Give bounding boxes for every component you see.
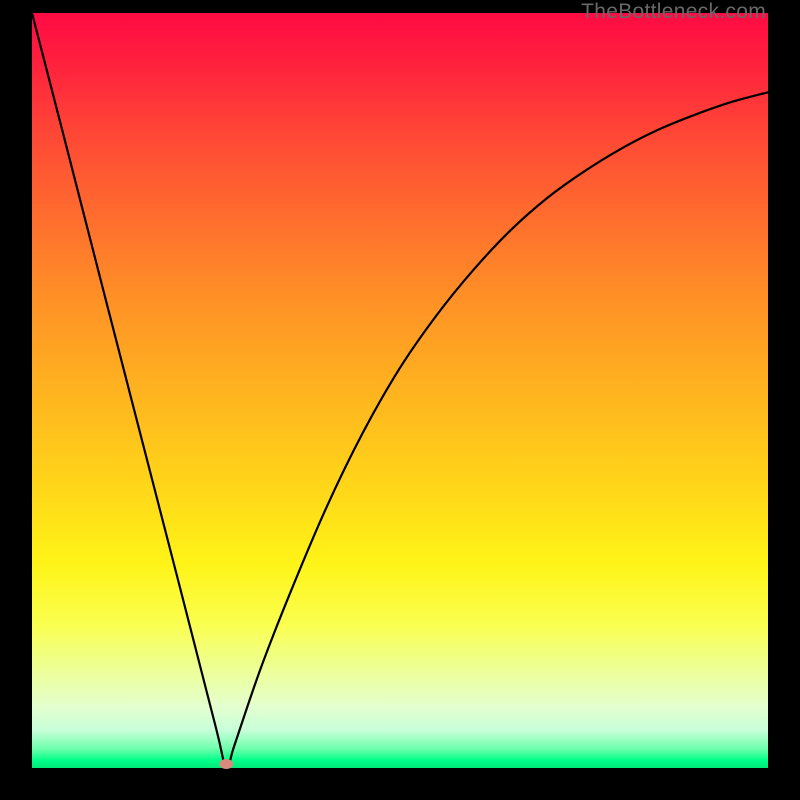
bottleneck-curve (32, 13, 768, 768)
chart-frame: TheBottleneck.com (0, 0, 800, 800)
minimum-marker (219, 759, 233, 769)
plot-area (32, 13, 768, 768)
curve-path (32, 13, 768, 769)
